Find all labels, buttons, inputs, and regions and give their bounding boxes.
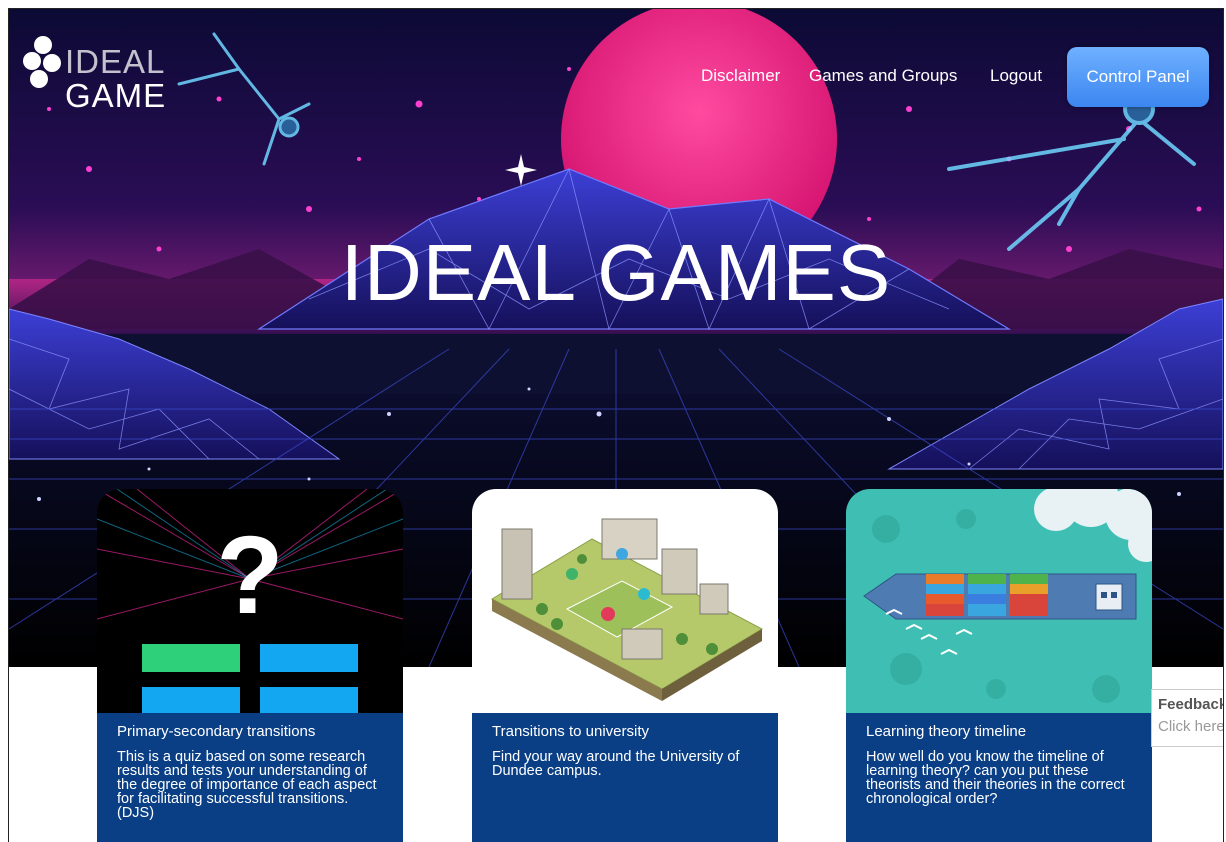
card-body: Transitions to university Find your way … bbox=[472, 713, 778, 842]
card-image-quiz: ? bbox=[97, 489, 403, 713]
feedback-title: Feedback bbox=[1158, 696, 1224, 713]
ideal-game-logo[interactable]: IDEAL GAME bbox=[23, 27, 166, 113]
logo-text-bottom: GAME bbox=[65, 77, 167, 114]
card-title: Primary-secondary transitions bbox=[117, 723, 316, 740]
game-card-transitions-university[interactable]: Transitions to university Find your way … bbox=[472, 489, 778, 842]
logo-text-top: IDEAL bbox=[65, 43, 166, 80]
nav-games-and-groups[interactable]: Games and Groups bbox=[809, 66, 957, 86]
page: IDEAL GAME Disclaimer Games and Groups L… bbox=[8, 8, 1224, 842]
card-description: How well do you know the timeline of lea… bbox=[866, 749, 1125, 807]
card-title: Learning theory timeline bbox=[866, 723, 1027, 740]
game-card-learning-theory[interactable]: Learning theory timeline How well do you… bbox=[846, 489, 1152, 842]
card-title: Transitions to university bbox=[492, 723, 650, 740]
flower-logo-icon bbox=[23, 36, 61, 88]
feedback-subtitle: Click here bbox=[1158, 718, 1224, 735]
feedback-widget[interactable]: Feedback Click here bbox=[1151, 689, 1224, 747]
card-image-ship bbox=[846, 489, 1152, 713]
card-description: Find your way around the University of D… bbox=[492, 749, 740, 779]
question-mark-icon: ? bbox=[216, 514, 283, 637]
card-image-campus bbox=[472, 489, 778, 713]
card-description: This is a quiz based on some research re… bbox=[117, 749, 377, 821]
nav-logout[interactable]: Logout bbox=[990, 66, 1042, 86]
control-panel-button[interactable]: Control Panel bbox=[1067, 47, 1209, 107]
hero-title: IDEAL GAMES bbox=[340, 228, 892, 317]
card-body: Learning theory timeline How well do you… bbox=[846, 713, 1152, 842]
nav-disclaimer[interactable]: Disclaimer bbox=[701, 66, 780, 86]
card-body: Primary-secondary transitions This is a … bbox=[97, 713, 403, 842]
game-card-primary-secondary[interactable]: ? Primary-secondary transitions This is … bbox=[97, 489, 403, 842]
